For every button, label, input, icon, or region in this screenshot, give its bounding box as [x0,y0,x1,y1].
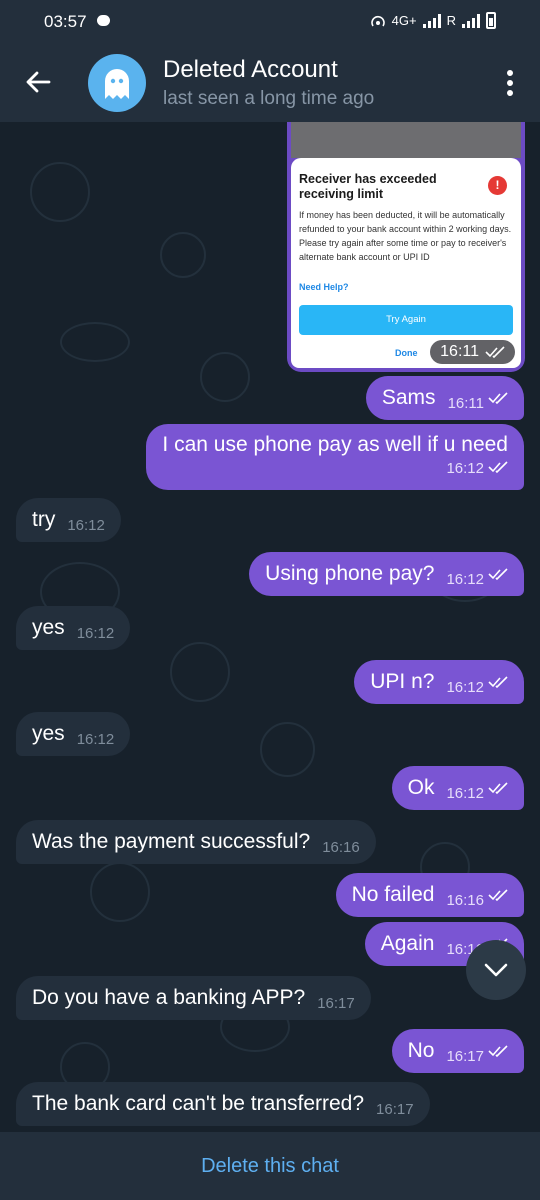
incoming-message[interactable]: yes 16:12 [16,712,131,756]
double-check-icon [488,676,508,689]
status-indicators: 4G+ R [370,12,496,29]
message-time: 16:17 [317,995,355,1012]
incoming-message[interactable]: yes 16:12 [16,606,131,650]
message-list[interactable]: Receiver has exceeded receiving limit ! … [0,122,540,1132]
message-time: 16:12 [446,785,484,802]
message-text: try [32,508,56,531]
double-check-icon [488,568,508,581]
outgoing-message[interactable]: Using phone pay? 16:12 [249,552,524,596]
need-help-link: Need Help? [299,282,349,292]
last-seen-status: last seen a long time ago [163,88,375,109]
contact-name[interactable]: Deleted Account [163,56,338,84]
payment-error-dialog: Receiver has exceeded receiving limit ! … [291,158,521,368]
message-text: No [407,1039,435,1062]
delete-chat-button[interactable]: Delete this chat [201,1155,339,1177]
message-text: Ok [407,776,435,799]
outgoing-message[interactable]: No failed 16:16 [335,873,524,917]
wallpaper-doodle [260,722,315,777]
wallpaper-doodle [200,352,250,402]
message-time: 16:11 [440,343,479,360]
double-check-icon [488,1045,508,1058]
bottom-bar: Delete this chat [0,1132,540,1200]
wallpaper-doodle [30,162,90,222]
message-time: 16:12 [446,571,484,588]
signal-icon [422,13,441,28]
outgoing-message[interactable]: UPI n? 16:12 [354,660,524,704]
signal-icon-2 [462,13,480,28]
dialog-title: Receiver has exceeded receiving limit [299,172,437,201]
message-time: 16:12 [76,731,115,748]
incoming-message[interactable]: Do you have a banking APP? 16:17 [16,976,371,1020]
message-text: I can use phone pay as well if u need [162,433,508,456]
message-text: yes [32,722,65,745]
wallpaper-doodle [170,642,230,702]
incoming-message[interactable]: Was the payment successful? 16:16 [16,820,376,864]
status-bar: 03:57 4G+ R [0,0,540,42]
image-timestamp: 16:11 [430,340,515,364]
message-text: Using phone pay? [265,562,435,585]
back-arrow-icon[interactable] [24,68,52,96]
wallpaper-doodle [160,232,206,278]
message-time: 16:16 [446,892,484,909]
network-type: 4G+ [391,13,417,28]
chat-header: Deleted Account last seen a long time ag… [0,42,540,122]
message-text: Sams [381,386,436,409]
hotspot-icon [370,15,385,26]
message-time: 16:16 [322,839,360,856]
message-text: Was the payment successful? [32,830,311,853]
wallpaper-doodle [60,322,130,362]
message-time: 16:17 [446,1048,484,1065]
notification-icon [97,15,110,26]
message-time: 16:17 [376,1101,414,1118]
message-time: 16:12 [446,679,484,696]
battery-icon [486,12,496,29]
message-time: 16:12 [67,517,105,534]
try-again-button: Try Again [299,305,513,335]
outgoing-message[interactable]: I can use phone pay as well if u need 16… [146,424,524,490]
dialog-body: If money has been deducted, it will be a… [299,210,512,262]
message-time: 16:12 [76,625,115,642]
scroll-down-button[interactable] [466,940,526,1000]
chevron-down-icon [484,963,508,977]
message-text: No failed [351,883,435,906]
message-text: Again [380,932,435,955]
wallpaper-doodle [90,862,150,922]
incoming-message[interactable]: The bank card can't be transferred? 16:17 [16,1082,430,1126]
message-text: Do you have a banking APP? [32,986,306,1009]
double-check-icon [485,346,505,359]
outgoing-message[interactable]: No 16:17 [391,1029,524,1073]
message-time: 16:11 [447,395,484,412]
double-check-icon [488,782,508,795]
alert-icon: ! [488,176,507,195]
roaming-indicator: R [446,13,456,28]
message-time: 16:12 [446,460,484,477]
outgoing-message[interactable]: Ok 16:12 [391,766,524,810]
message-text: The bank card can't be transferred? [32,1092,365,1115]
message-text: UPI n? [370,670,435,693]
ghost-icon [105,69,129,99]
more-options-icon[interactable] [506,70,514,98]
outgoing-message[interactable]: Sams 16:11 [365,376,524,420]
message-text: yes [32,616,65,639]
status-time: 03:57 [44,12,87,31]
incoming-message[interactable]: try 16:12 [16,498,121,542]
image-message[interactable]: Receiver has exceeded receiving limit ! … [287,122,525,372]
image-top-strip [291,122,521,158]
done-link: Done [395,348,418,358]
double-check-icon [488,889,508,902]
double-check-icon [488,392,508,405]
double-check-icon [488,461,508,474]
avatar[interactable] [88,54,146,112]
